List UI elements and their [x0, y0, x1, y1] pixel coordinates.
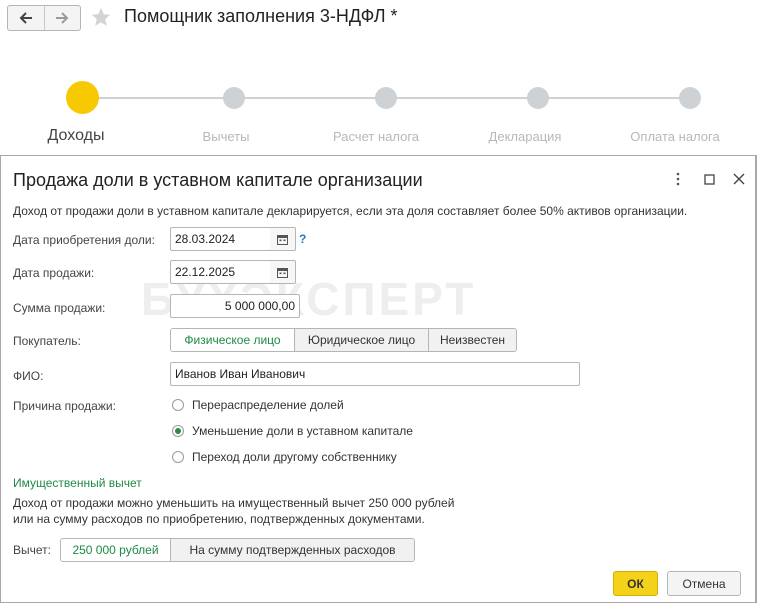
- arrow-right-icon: [56, 12, 69, 24]
- forward-button[interactable]: [43, 6, 81, 30]
- cancel-button[interactable]: Отмена: [667, 571, 741, 596]
- reason-option-label: Перераспределение долей: [192, 398, 344, 412]
- fio-field[interactable]: Иванов Иван Иванович: [170, 362, 580, 386]
- step-label-declaration[interactable]: Декларация: [489, 129, 562, 144]
- radio-button-selected[interactable]: [172, 425, 184, 437]
- maximize-icon: [703, 173, 715, 185]
- step-label-tax-calc[interactable]: Расчет налога: [333, 129, 419, 144]
- deduction-text-line2: или на сумму расходов по приобретению, п…: [13, 512, 425, 526]
- step-dot-declaration[interactable]: [527, 87, 549, 109]
- deduction-option-fixed[interactable]: 250 000 рублей: [61, 539, 170, 561]
- step-dot-tax-calc[interactable]: [375, 87, 397, 109]
- calendar-icon: [277, 267, 288, 278]
- radio-button[interactable]: [172, 451, 184, 463]
- reason-option-redistribution[interactable]: Перераспределение долей: [172, 398, 344, 412]
- deduction-label: Вычет:: [13, 543, 51, 557]
- radio-button[interactable]: [172, 399, 184, 411]
- info-text: Доход от продажи доли в уставном капитал…: [13, 204, 688, 218]
- maximize-button[interactable]: [701, 170, 717, 188]
- step-dot-income[interactable]: [66, 81, 99, 114]
- step-label-deductions[interactable]: Вычеты: [203, 129, 250, 144]
- step-dot-deductions[interactable]: [223, 87, 245, 109]
- dialog-title: Продажа доли в уставном капитале организ…: [13, 170, 423, 190]
- sale-date-label: Дата продажи:: [13, 266, 95, 280]
- arrow-left-icon: [19, 12, 32, 24]
- deduction-selector: 250 000 рублей На сумму подтвержденных р…: [60, 538, 415, 562]
- close-button[interactable]: [731, 170, 747, 188]
- more-vertical-icon: [676, 172, 680, 186]
- window-title: Помощник заполнения 3-НДФЛ *: [124, 6, 398, 26]
- reason-label: Причина продажи:: [13, 399, 116, 413]
- buyer-selector: Физическое лицо Юридическое лицо Неизвес…: [170, 328, 517, 352]
- sale-date-calendar-button[interactable]: [270, 260, 296, 284]
- reason-option-transfer[interactable]: Переход доли другому собственнику: [172, 450, 397, 464]
- sale-amount-field[interactable]: 5 000 000,00: [170, 294, 300, 318]
- sale-date-field[interactable]: 22.12.2025: [170, 260, 271, 284]
- step-label-income[interactable]: Доходы: [48, 127, 105, 145]
- acquisition-date-field[interactable]: 28.03.2024: [170, 227, 271, 251]
- sale-amount-label: Сумма продажи:: [13, 301, 106, 315]
- reason-option-label: Переход доли другому собственнику: [192, 450, 397, 464]
- buyer-label: Покупатель:: [13, 334, 81, 348]
- buyer-option-unknown[interactable]: Неизвестен: [428, 329, 516, 351]
- reason-option-label: Уменьшение доли в уставном капитале: [192, 424, 413, 438]
- help-link[interactable]: ?: [299, 232, 306, 246]
- deduction-section-title: Имущественный вычет: [13, 476, 142, 490]
- more-menu-button[interactable]: [671, 170, 685, 188]
- deduction-text-line1: Доход от продажи можно уменьшить на имущ…: [13, 496, 455, 510]
- fio-label: ФИО:: [13, 369, 44, 383]
- acquisition-date-calendar-button[interactable]: [270, 227, 296, 251]
- close-icon: [733, 173, 745, 185]
- buyer-option-individual[interactable]: Физическое лицо: [171, 329, 294, 351]
- back-button[interactable]: [8, 6, 44, 30]
- calendar-icon: [277, 234, 288, 245]
- step-dot-payment[interactable]: [679, 87, 701, 109]
- buyer-option-legal-entity[interactable]: Юридическое лицо: [294, 329, 428, 351]
- reason-option-share-reduction[interactable]: Уменьшение доли в уставном капитале: [172, 424, 413, 438]
- acquisition-date-label: Дата приобретения доли:: [13, 233, 155, 247]
- step-label-payment[interactable]: Оплата налога: [630, 129, 719, 144]
- favorite-star-icon[interactable]: [90, 6, 112, 28]
- history-nav: [7, 5, 81, 31]
- share-sale-dialog: БУХЭКСПЕРТ Продажа доли в уставном капит…: [0, 155, 757, 603]
- deduction-option-expenses[interactable]: На сумму подтвержденных расходов: [170, 539, 414, 561]
- ok-button[interactable]: ОК: [613, 571, 658, 596]
